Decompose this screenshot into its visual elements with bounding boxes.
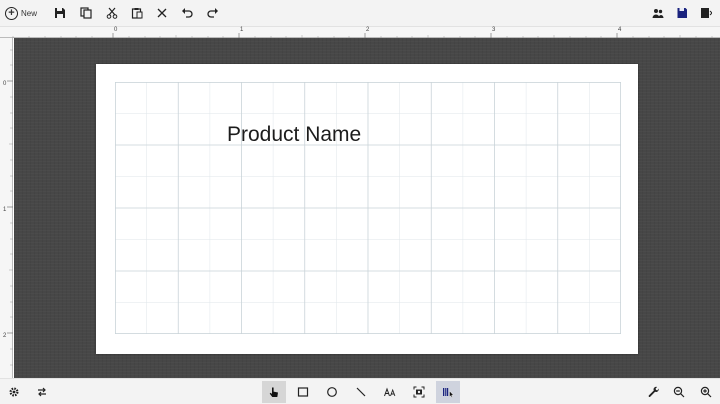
- ruler-number: 2: [3, 333, 7, 339]
- zoom-out-icon[interactable]: [668, 381, 690, 403]
- alignment-grid: [115, 82, 621, 334]
- rectangle-tool-icon[interactable]: [292, 381, 314, 403]
- wrench-icon[interactable]: [643, 381, 665, 403]
- new-button[interactable]: + New: [5, 4, 41, 22]
- label-sheet[interactable]: Product Name: [96, 64, 638, 354]
- copy-icon[interactable]: [79, 4, 93, 22]
- line-tool-icon[interactable]: [350, 381, 372, 403]
- image-tool-icon[interactable]: [408, 381, 430, 403]
- ruler-number: 3: [492, 27, 496, 33]
- save-icon[interactable]: [53, 4, 67, 22]
- design-canvas[interactable]: Product Name: [14, 38, 720, 378]
- barcode-tool-icon[interactable]: [436, 381, 460, 403]
- ruler-number: 2: [366, 27, 370, 33]
- vertical-ruler: 0 1 2: [0, 38, 13, 378]
- product-name-text[interactable]: Product Name: [227, 123, 361, 147]
- more-icon[interactable]: [700, 4, 720, 22]
- bottom-toolbar: [0, 378, 720, 404]
- save-as-icon[interactable]: [675, 4, 689, 22]
- paste-icon[interactable]: [130, 4, 144, 22]
- new-button-label: New: [21, 8, 38, 18]
- redo-icon[interactable]: [206, 4, 220, 22]
- zoom-in-icon[interactable]: [695, 381, 717, 403]
- horizontal-ruler: 0 1 2 3 4: [0, 27, 720, 38]
- delete-icon[interactable]: [155, 4, 169, 22]
- cut-icon[interactable]: [105, 4, 119, 22]
- select-tool-icon[interactable]: [262, 381, 286, 403]
- ruler-number: 4: [618, 27, 622, 33]
- top-toolbar: + New: [0, 0, 720, 27]
- swap-icon[interactable]: [31, 381, 53, 403]
- undo-icon[interactable]: [180, 4, 194, 22]
- ruler-number: 1: [3, 207, 7, 213]
- ruler-number: 0: [3, 81, 7, 87]
- people-icon[interactable]: [651, 4, 665, 22]
- ruler-number: 0: [114, 27, 118, 33]
- ruler-number: 1: [240, 27, 244, 33]
- text-tool-icon[interactable]: [379, 381, 401, 403]
- settings-icon[interactable]: [3, 381, 25, 403]
- ellipse-tool-icon[interactable]: [321, 381, 343, 403]
- plus-icon: +: [5, 6, 18, 20]
